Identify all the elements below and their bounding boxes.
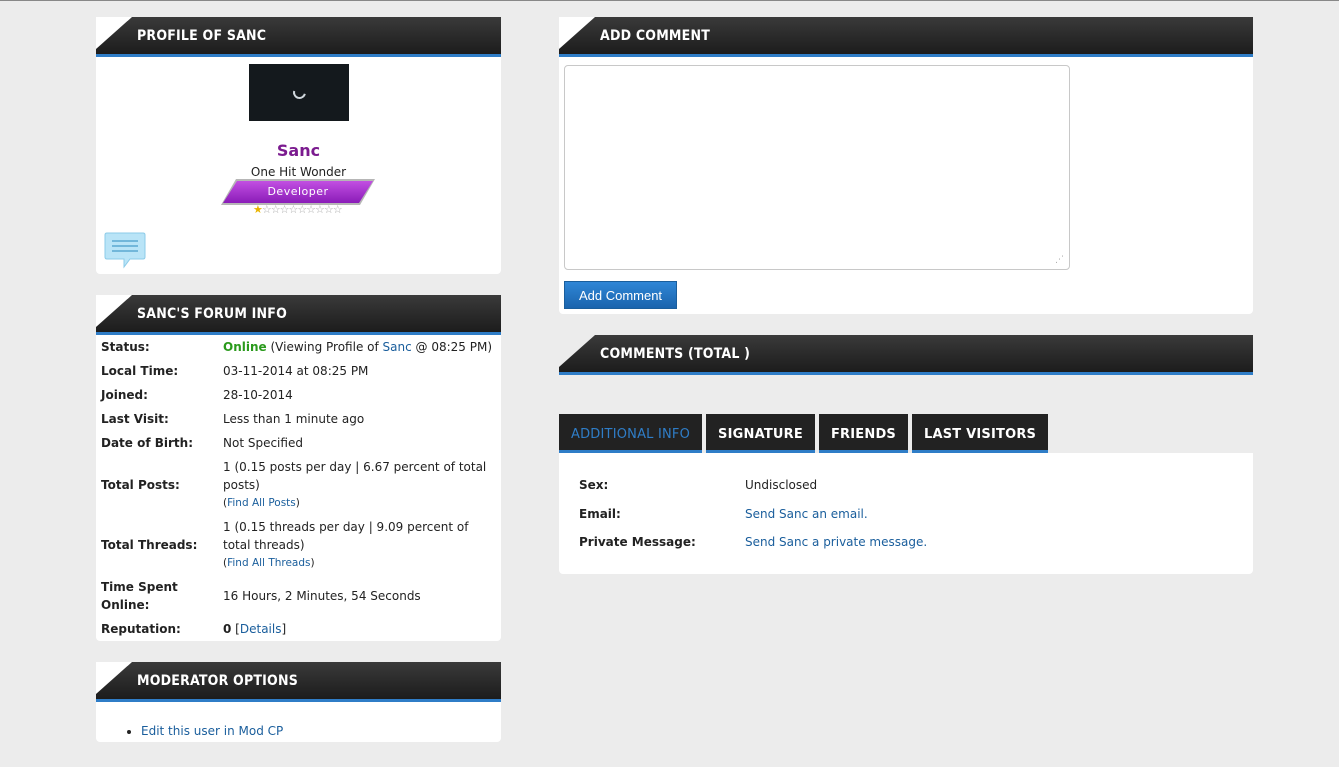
- add-comment-header: ADD COMMENT: [559, 17, 1253, 57]
- tab-friends[interactable]: FRIENDS: [818, 414, 908, 453]
- add-comment-panel: ADD COMMENT ⋰ Add Comment: [559, 17, 1253, 314]
- forum-info-header: SANC'S FORUM INFO: [96, 295, 501, 335]
- profile-tabs: ADDITIONAL INFO SIGNATURE FRIENDS LAST V…: [559, 414, 1052, 453]
- profile-panel: PROFILE OF SANC Sanc One Hit Wonder Deve…: [96, 17, 501, 274]
- star-empty-icon: ☆☆☆☆☆☆☆☆☆: [261, 203, 343, 216]
- user-title: One Hit Wonder: [250, 165, 347, 179]
- add-comment-button[interactable]: Add Comment: [564, 281, 677, 309]
- user-stars: ★☆☆☆☆☆☆☆☆☆: [253, 203, 343, 216]
- date-of-birth: Not Specified: [223, 436, 303, 450]
- loading-spinner-icon: [290, 83, 308, 102]
- left-column: PROFILE OF SANC Sanc One Hit Wonder Deve…: [96, 17, 501, 763]
- table-row: Total Posts: 1 (0.15 posts per day | 6.6…: [96, 455, 501, 515]
- resize-grip-icon[interactable]: ⋰: [1055, 255, 1064, 265]
- list-item: Edit this user in Mod CP: [141, 724, 283, 738]
- table-row: Joined: 28-10-2014: [96, 383, 501, 407]
- online-status: Online: [223, 340, 267, 354]
- table-row: Time Spent Online: 16 Hours, 2 Minutes, …: [96, 575, 501, 617]
- profile-panel-title: PROFILE OF SANC: [137, 28, 267, 44]
- last-visit: Less than 1 minute ago: [223, 412, 365, 426]
- send-pm-link[interactable]: Send Sanc a private message.: [745, 535, 927, 549]
- star-filled-icon: ★: [253, 203, 263, 216]
- comment-textarea[interactable]: [564, 65, 1070, 270]
- tab-additional-info[interactable]: ADDITIONAL INFO: [559, 414, 703, 453]
- forum-info-panel: SANC'S FORUM INFO Status: Online (Viewin…: [96, 295, 501, 641]
- avatar: [249, 64, 349, 121]
- edit-user-modcp-link[interactable]: Edit this user in Mod CP: [141, 724, 283, 738]
- joined-date: 28-10-2014: [223, 388, 293, 402]
- send-message-icon[interactable]: [104, 231, 146, 272]
- add-comment-title: ADD COMMENT: [600, 28, 711, 44]
- username: Sanc: [276, 141, 321, 160]
- moderator-header: MODERATOR OPTIONS: [96, 662, 501, 702]
- rank-badge: Developer: [223, 181, 373, 203]
- time-online: 16 Hours, 2 Minutes, 54 Seconds: [223, 589, 421, 603]
- table-row: Local Time: 03-11-2014 at 08:25 PM: [96, 359, 501, 383]
- right-column: ADD COMMENT ⋰ Add Comment COMMENTS (TOTA…: [559, 17, 1253, 396]
- forum-info-title: SANC'S FORUM INFO: [137, 306, 288, 322]
- reputation-details-link[interactable]: Details: [240, 622, 282, 636]
- additional-info-table: Sex: Undisclosed Email: Send Sanc an ema…: [575, 471, 931, 557]
- tab-last-visitors[interactable]: LAST VISITORS: [912, 414, 1049, 453]
- comments-title: COMMENTS (TOTAL ): [600, 346, 751, 362]
- table-row: Sex: Undisclosed: [575, 471, 931, 500]
- total-threads: 1 (0.15 threads per day | 9.09 percent o…: [223, 520, 469, 552]
- forum-info-table: Status: Online (Viewing Profile of Sanc …: [96, 335, 501, 641]
- comments-panel: COMMENTS (TOTAL ): [559, 335, 1253, 375]
- comments-header: COMMENTS (TOTAL ): [559, 335, 1253, 375]
- table-row: Status: Online (Viewing Profile of Sanc …: [101, 340, 493, 354]
- table-row: Total Threads: 1 (0.15 threads per day |…: [96, 515, 501, 575]
- profile-panel-header: PROFILE OF SANC: [96, 17, 501, 57]
- table-row: Email: Send Sanc an email.: [579, 506, 868, 521]
- table-row: Date of Birth: Not Specified: [96, 431, 501, 455]
- moderator-title: MODERATOR OPTIONS: [137, 673, 298, 689]
- table-row: Private Message: Send Sanc a private mes…: [579, 535, 928, 549]
- find-all-posts-link[interactable]: Find All Posts: [227, 497, 296, 509]
- local-time: 03-11-2014 at 08:25 PM: [223, 364, 369, 378]
- tab-signature[interactable]: SIGNATURE: [706, 414, 815, 453]
- additional-info-panel: Sex: Undisclosed Email: Send Sanc an ema…: [559, 453, 1253, 574]
- send-email-link[interactable]: Send Sanc an email.: [745, 507, 868, 521]
- total-posts: 1 (0.15 posts per day | 6.67 percent of …: [223, 460, 487, 492]
- sex-value: Undisclosed: [745, 478, 818, 492]
- reputation-value: 0: [223, 622, 232, 636]
- moderator-panel: MODERATOR OPTIONS Edit this user in Mod …: [96, 662, 501, 742]
- table-row: Last Visit: Less than 1 minute ago: [96, 407, 501, 431]
- moderator-options-list: Edit this user in Mod CP: [141, 724, 283, 738]
- activity-profile-link[interactable]: Sanc: [383, 340, 412, 354]
- table-row: Reputation: 0 [Details]: [101, 622, 287, 636]
- find-all-threads-link[interactable]: Find All Threads: [227, 557, 310, 569]
